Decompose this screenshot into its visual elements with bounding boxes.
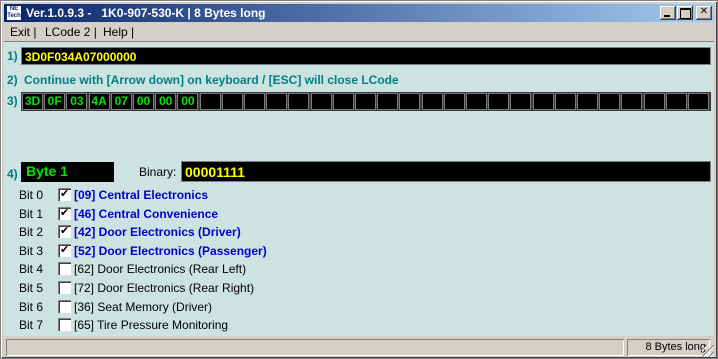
binary-field[interactable]: 00001111: [181, 161, 711, 182]
hex-code-field[interactable]: 3D0F034A07000000: [21, 47, 711, 65]
byte-cell[interactable]: [554, 93, 576, 110]
bit-checkbox[interactable]: [58, 187, 71, 201]
window-title: Ver.1.0.9.3 - 1K0-907-530-K | 8 Bytes lo…: [26, 6, 266, 20]
bit-row: Bit 1 [46] Central Convenience: [19, 206, 619, 222]
byte-cell[interactable]: [621, 93, 643, 110]
byte-cell[interactable]: [288, 93, 310, 110]
bit-row: Bit 2 [42] Door Electronics (Driver): [19, 224, 619, 240]
bit-row: Bit 6 [36] Seat Memory (Driver): [19, 299, 619, 315]
resize-grip-icon[interactable]: [702, 345, 714, 357]
byte-cell[interactable]: [488, 93, 510, 110]
step-4-label: 4): [7, 167, 18, 181]
byte-cell[interactable]: [443, 93, 465, 110]
bit-label: Bit 5: [19, 281, 44, 295]
bit-row: Bit 5 [72] Door Electronics (Rear Right): [19, 280, 619, 296]
close-button[interactable]: ✕: [696, 6, 712, 20]
menu-exit[interactable]: Exit |: [10, 25, 36, 39]
application-window: NE Tech Ver.1.0.9.3 - 1K0-907-530-K | 8 …: [0, 0, 718, 359]
step-3-label: 3): [7, 94, 18, 108]
bit-label: Bit 6: [19, 299, 44, 314]
byte-cell[interactable]: [199, 93, 221, 110]
byte-cell[interactable]: [377, 93, 399, 110]
byte-cell[interactable]: [399, 93, 421, 110]
menu-help[interactable]: Help |: [103, 25, 134, 39]
byte-cell[interactable]: [510, 93, 532, 110]
byte-cell[interactable]: 3D: [22, 93, 43, 110]
byte-cell[interactable]: [244, 93, 265, 110]
byte-cell[interactable]: [577, 93, 598, 110]
byte-cell[interactable]: 03: [66, 93, 88, 110]
bit-description: [52] Door Electronics (Passenger): [74, 243, 267, 258]
menu-lcode2[interactable]: LCode 2 |: [45, 25, 97, 39]
bit-row: Bit 0 [09] Central Electronics: [19, 187, 619, 203]
byte-cell[interactable]: [355, 93, 376, 110]
bit-label: Bit 1: [19, 206, 44, 221]
bit-description: [09] Central Electronics: [74, 188, 209, 202]
bit-row: Bit 3 [52] Door Electronics (Passenger): [19, 243, 619, 259]
bit-description: [42] Door Electronics (Driver): [74, 225, 241, 240]
byte-cell[interactable]: 4A: [88, 93, 110, 110]
step-1-label: 1): [7, 49, 18, 63]
status-bar: 8 Bytes long: [4, 337, 714, 357]
bit-row: Bit 7 [65] Tire Pressure Monitoring: [19, 317, 619, 333]
bit-checkbox[interactable]: [58, 206, 71, 220]
bit-description: [46] Central Convenience: [74, 206, 219, 221]
main-panel: 1) 3D0F034A07000000 2) Continue with [Ar…: [4, 41, 714, 336]
bit-checkbox[interactable]: [58, 281, 71, 294]
byte-cell[interactable]: 00: [177, 93, 199, 110]
byte-cell[interactable]: [599, 93, 621, 110]
byte-cell[interactable]: [688, 93, 709, 110]
byte-cell[interactable]: [466, 93, 487, 110]
byte-cell[interactable]: [421, 93, 443, 110]
logo-line-1: NE: [9, 6, 19, 12]
minimize-button[interactable]: [660, 6, 676, 20]
bit-checkbox[interactable]: [58, 224, 71, 239]
byte-cell[interactable]: 07: [110, 93, 132, 110]
bit-row: Bit 4 [62] Door Electronics (Rear Left): [19, 261, 619, 277]
status-panel-left: [6, 339, 624, 356]
byte-cell[interactable]: 0F: [44, 93, 66, 110]
byte-selector[interactable]: Byte 1: [21, 162, 114, 182]
instruction-text: Continue with [Arrow down] on keyboard /…: [24, 73, 399, 87]
title-bar[interactable]: NE Tech Ver.1.0.9.3 - 1K0-907-530-K | 8 …: [4, 4, 714, 22]
byte-cell[interactable]: [532, 93, 554, 110]
bit-checkbox[interactable]: [58, 262, 71, 276]
bit-description: [72] Door Electronics (Rear Right): [74, 281, 255, 295]
bit-label: Bit 2: [19, 225, 44, 240]
bit-description: [36] Seat Memory (Driver): [74, 299, 213, 314]
byte-cell[interactable]: [332, 93, 354, 110]
byte-cell[interactable]: [221, 93, 243, 110]
bit-label: Bit 4: [19, 262, 44, 277]
bit-label: Bit 7: [19, 318, 44, 333]
logo-line-2: Tech: [7, 13, 21, 19]
byte-cell[interactable]: [643, 93, 665, 110]
maximize-button[interactable]: [677, 6, 693, 20]
bit-checkbox[interactable]: [58, 299, 71, 313]
byte-cell[interactable]: [266, 93, 288, 110]
bit-description: [65] Tire Pressure Monitoring: [74, 318, 229, 333]
bit-label: Bit 3: [19, 243, 44, 258]
byte-cell[interactable]: 00: [133, 93, 154, 110]
byte-grid: 3D 0F 03 4A 07 00 00 00: [21, 92, 711, 111]
binary-label: Binary:: [139, 165, 177, 179]
byte-cell[interactable]: [310, 93, 332, 110]
app-logo-icon[interactable]: NE Tech: [6, 5, 22, 21]
byte-cell[interactable]: 00: [155, 93, 177, 110]
bit-label: Bit 0: [19, 188, 44, 202]
menu-bar: Exit | LCode 2 | Help |: [4, 23, 714, 41]
bit-description: [62] Door Electronics (Rear Left): [74, 262, 247, 277]
status-byte-count: 8 Bytes long: [627, 339, 710, 356]
bit-checkbox[interactable]: [58, 243, 71, 257]
byte-cell[interactable]: [665, 93, 687, 110]
bit-checkbox[interactable]: [58, 318, 71, 332]
step-2-label: 2): [7, 73, 18, 87]
